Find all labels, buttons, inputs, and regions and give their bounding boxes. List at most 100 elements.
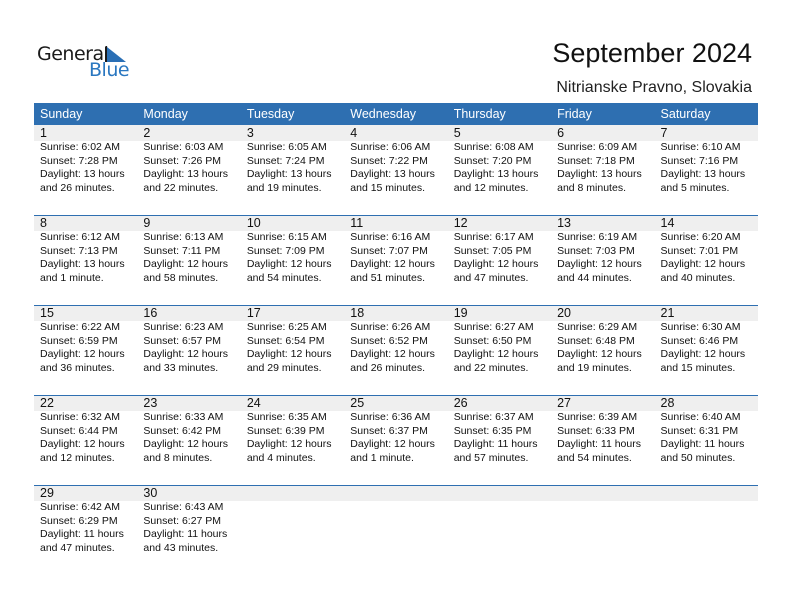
sunrise-time: Sunrise: 6:33 AM (143, 411, 224, 423)
day-cell: 6 Sunrise: 6:09 AM Sunset: 7:18 PM Daylight… (551, 125, 654, 195)
day-cell: 3 Sunrise: 6:05 AM Sunset: 7:24 PM Daylight… (241, 125, 344, 195)
day-cell: 19 Sunrise: 6:27 AM Sunset: 6:50 PM Dayligh… (448, 305, 551, 375)
day-cell: 27 Sunrise: 6:39 AM Sunset: 6:33 PM Dayligh… (551, 395, 654, 465)
sunrise-time: Sunrise: 6:15 AM (246, 231, 327, 243)
daylight-minutes: and 47 minutes. (40, 541, 115, 554)
day-number: 10 (246, 216, 261, 230)
day-number: 25 (350, 396, 365, 410)
day-number: 2 (143, 126, 151, 140)
daylight-minutes: and 44 minutes. (557, 271, 632, 284)
day-number: 28 (660, 396, 675, 410)
week-cells: 1 Sunrise: 6:02 AM Sunset: 7:28 PM Daylight… (34, 125, 758, 195)
sunrise-time: Sunrise: 6:13 AM (143, 231, 224, 243)
daylight-minutes: and 54 minutes. (557, 451, 632, 464)
day-cell: 25 Sunrise: 6:36 AM Sunset: 6:37 PM Dayligh… (344, 395, 447, 465)
daylight-minutes: and 12 minutes. (453, 181, 529, 194)
sunset-time: Sunset: 7:26 PM (143, 154, 222, 167)
day-cell: 26 Sunrise: 6:37 AM Sunset: 6:35 PM Dayligh… (448, 395, 551, 465)
daylight-minutes: and 19 minutes. (246, 181, 322, 194)
day-number: 22 (40, 396, 54, 410)
day-number: 8 (40, 216, 47, 230)
week-row: 1 Sunrise: 6:02 AM Sunset: 7:28 PM Daylight… (34, 125, 758, 215)
sunrise-time: Sunrise: 6:42 AM (40, 501, 120, 513)
week-cells: 22 Sunrise: 6:32 AM Sunset: 6:44 PM Dayligh… (34, 395, 758, 465)
day-cell: 1 Sunrise: 6:02 AM Sunset: 7:28 PM Daylight… (34, 125, 137, 195)
sunset-time: Sunset: 6:52 PM (350, 334, 428, 347)
daylight-minutes: and 4 minutes. (246, 451, 316, 464)
sunset-time: Sunset: 7:03 PM (557, 244, 635, 257)
day-number: 14 (660, 216, 675, 230)
sunrise-time: Sunrise: 6:06 AM (350, 141, 431, 153)
daylight-minutes: and 43 minutes. (143, 541, 219, 554)
week-cells: 15 Sunrise: 6:22 AM Sunset: 6:59 PM Dayligh… (34, 305, 758, 375)
daylight-hours: Daylight: 12 hours (557, 258, 642, 271)
sunset-time: Sunset: 6:46 PM (660, 334, 739, 347)
sunset-time: Sunset: 7:13 PM (40, 244, 118, 257)
day-number: 19 (453, 306, 468, 320)
sunrise-time: Sunrise: 6:39 AM (557, 411, 638, 423)
week-row: 8 Sunrise: 6:12 AM Sunset: 7:13 PM Daylight… (34, 215, 758, 305)
sunrise-time: Sunrise: 6:29 AM (557, 321, 638, 333)
sunset-time: Sunset: 6:50 PM (453, 334, 532, 347)
sunset-time: Sunset: 6:39 PM (246, 424, 325, 437)
day-number: 6 (557, 126, 565, 140)
logo-word-blue: Blue (89, 59, 130, 81)
day-number: 7 (660, 126, 668, 140)
sunrise-time: Sunrise: 6:25 AM (246, 321, 327, 333)
day-number: 20 (557, 306, 572, 320)
daylight-minutes: and 40 minutes. (660, 271, 736, 284)
empty-day-cell (655, 485, 758, 555)
sunrise-time: Sunrise: 6:20 AM (660, 231, 741, 243)
daylight-hours: Daylight: 12 hours (143, 258, 229, 271)
sunset-time: Sunset: 7:24 PM (246, 154, 325, 167)
sunrise-time: Sunrise: 6:30 AM (660, 321, 741, 333)
daylight-hours: Daylight: 11 hours (660, 438, 745, 451)
weeks-container: 1 Sunrise: 6:02 AM Sunset: 7:28 PM Daylight… (34, 125, 758, 575)
sunrise-time: Sunrise: 6:37 AM (453, 411, 534, 423)
sunset-time: Sunset: 7:11 PM (143, 244, 221, 257)
day-cell: 21 Sunrise: 6:30 AM Sunset: 6:46 PM Dayligh… (655, 305, 758, 375)
sunset-time: Sunset: 7:05 PM (453, 244, 532, 257)
day-cell: 5 Sunrise: 6:08 AM Sunset: 7:20 PM Daylight… (448, 125, 551, 195)
sunrise-time: Sunrise: 6:23 AM (143, 321, 224, 333)
day-number: 23 (143, 396, 158, 410)
day-number: 21 (660, 306, 675, 320)
day-number: 17 (246, 306, 261, 320)
sunrise-time: Sunrise: 6:05 AM (246, 141, 327, 153)
day-number: 27 (557, 396, 572, 410)
daylight-minutes: and 22 minutes. (143, 181, 219, 194)
daylight-minutes: and 1 minute. (350, 451, 414, 464)
sunrise-time: Sunrise: 6:35 AM (246, 411, 327, 423)
sunset-time: Sunset: 7:07 PM (350, 244, 428, 257)
day-cell: 23 Sunrise: 6:33 AM Sunset: 6:42 PM Dayligh… (137, 395, 240, 465)
sunset-time: Sunset: 6:57 PM (143, 334, 222, 347)
day-number: 11 (350, 216, 364, 230)
daylight-minutes: and 58 minutes. (143, 271, 219, 284)
week-row: 22 Sunrise: 6:32 AM Sunset: 6:44 PM Dayligh… (34, 395, 758, 485)
daylight-hours: Daylight: 12 hours (557, 348, 642, 361)
day-cell: 30 Sunrise: 6:43 AM Sunset: 6:27 PM Dayligh… (137, 485, 240, 555)
sunrise-time: Sunrise: 6:10 AM (660, 141, 741, 153)
daylight-hours: Daylight: 11 hours (557, 438, 641, 451)
daylight-minutes: and 19 minutes. (557, 361, 632, 374)
sunset-time: Sunset: 7:28 PM (40, 154, 118, 167)
week-row: 15 Sunrise: 6:22 AM Sunset: 6:59 PM Dayligh… (34, 305, 758, 395)
day-number: 15 (40, 306, 54, 320)
day-cell: 22 Sunrise: 6:32 AM Sunset: 6:44 PM Dayligh… (34, 395, 137, 465)
day-number: 9 (143, 216, 151, 230)
daylight-minutes: and 15 minutes. (660, 361, 736, 374)
daylight-hours: Daylight: 13 hours (350, 168, 435, 181)
daylight-hours: Daylight: 12 hours (246, 258, 332, 271)
day-cell: 11 Sunrise: 6:16 AM Sunset: 7:07 PM Dayligh… (344, 215, 447, 285)
week-row: 29 Sunrise: 6:42 AM Sunset: 6:29 PM Dayligh… (34, 485, 758, 575)
daylight-hours: Daylight: 13 hours (453, 168, 539, 181)
sunset-time: Sunset: 6:37 PM (350, 424, 428, 437)
weekday-tuesday: Tuesday (246, 107, 295, 121)
day-number: 4 (350, 126, 358, 140)
daylight-hours: Daylight: 12 hours (40, 348, 125, 361)
daylight-hours: Daylight: 12 hours (453, 258, 539, 271)
daylight-hours: Daylight: 11 hours (143, 528, 228, 541)
sunset-time: Sunset: 6:29 PM (40, 514, 118, 527)
daylight-hours: Daylight: 12 hours (246, 348, 332, 361)
empty-day-cell (344, 485, 447, 555)
